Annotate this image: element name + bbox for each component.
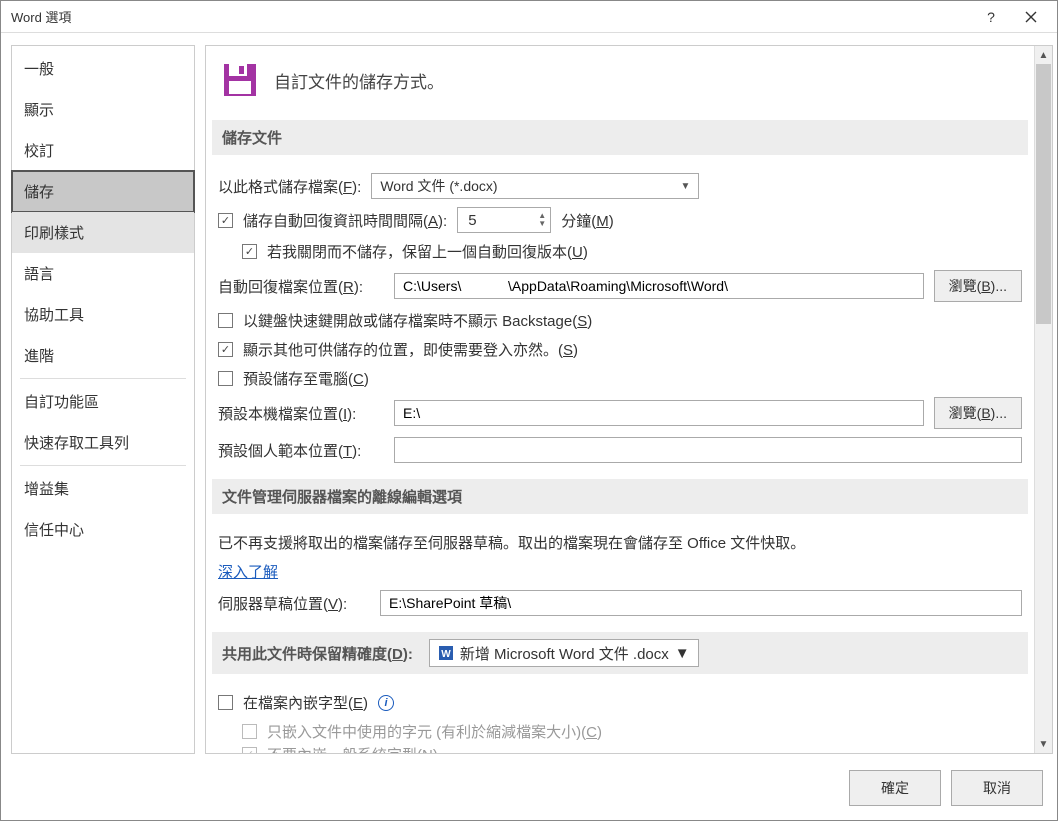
format-combo[interactable]: Word 文件 (*.docx)▼: [371, 173, 699, 199]
section-save-documents: 儲存文件: [212, 120, 1028, 155]
content-panel: 自訂文件的儲存方式。 儲存文件 以此格式儲存檔案(F): Word 文件 (*.…: [206, 46, 1034, 753]
keep-last-checkbox[interactable]: ✓: [242, 244, 257, 259]
sidebar-item-proofing[interactable]: 校訂: [12, 130, 194, 171]
default-loc-input[interactable]: [394, 400, 924, 426]
section-offline-editing: 文件管理伺服器檔案的離線編輯選項: [212, 479, 1028, 514]
page-title: 自訂文件的儲存方式。: [274, 68, 444, 93]
default-loc-label: 預設本機檔案位置(I):: [218, 403, 384, 424]
sidebar-item-trust-center[interactable]: 信任中心: [12, 509, 194, 550]
offline-note: 已不再支援將取出的檔案儲存至伺服器草稿。取出的檔案現在會儲存至 Office 文…: [218, 532, 805, 553]
close-icon: [1025, 11, 1037, 23]
sidebar-item-display[interactable]: 顯示: [12, 89, 194, 130]
sidebar-item-language[interactable]: 語言: [12, 253, 194, 294]
autorecover-label: 儲存自動回復資訊時間間隔(A):: [243, 210, 447, 231]
draft-loc-label: 伺服器草稿位置(V):: [218, 593, 370, 614]
sidebar-item-advanced[interactable]: 進階: [12, 335, 194, 376]
help-button[interactable]: ?: [971, 1, 1011, 33]
embed-used-chars-checkbox: [242, 724, 257, 739]
sidebar-item-general[interactable]: 一般: [12, 48, 194, 89]
window-title: Word 選項: [11, 7, 971, 26]
show-other-label: 顯示其他可供儲存的位置，即使需要登入亦然。(S): [243, 339, 578, 360]
template-loc-label: 預設個人範本位置(T):: [218, 440, 384, 461]
sidebar-item-save[interactable]: 儲存: [11, 170, 195, 213]
sidebar-item-quick-access[interactable]: 快速存取工具列: [12, 422, 194, 463]
fidelity-doc-combo[interactable]: W 新增 Microsoft Word 文件 .docx ▼: [429, 639, 699, 667]
embed-no-system-label: 不要內嵌一般系統字型(N): [267, 746, 438, 753]
no-backstage-label: 以鍵盤快速鍵開啟或儲存檔案時不顯示 Backstage(S): [243, 310, 592, 331]
draft-loc-input[interactable]: [380, 590, 1022, 616]
keep-last-label: 若我關閉而不儲存，保留上一個自動回復版本(U): [267, 241, 588, 262]
chevron-down-icon: ▼: [680, 181, 690, 192]
section-fidelity: 共用此文件時保留精確度(D): W 新增 Microsoft Word 文件 .…: [212, 632, 1028, 674]
sidebar-item-typography[interactable]: 印刷樣式: [12, 212, 194, 253]
scrollbar-thumb[interactable]: [1036, 64, 1051, 324]
autorecover-checkbox[interactable]: ✓: [218, 213, 233, 228]
embed-fonts-label: 在檔案內嵌字型(E): [243, 692, 368, 713]
word-doc-icon: W: [438, 645, 454, 661]
recover-loc-input[interactable]: [394, 273, 924, 299]
chevron-down-icon: ▼: [675, 645, 690, 662]
show-other-checkbox[interactable]: ✓: [218, 342, 233, 357]
svg-text:W: W: [441, 649, 451, 660]
scroll-up-icon[interactable]: ▲: [1035, 46, 1052, 64]
minutes-label: 分鐘(M): [561, 210, 614, 231]
embed-used-chars-label: 只嵌入文件中使用的字元 (有利於縮減檔案大小)(C): [267, 721, 602, 742]
embed-fonts-checkbox[interactable]: [218, 695, 233, 710]
sidebar-item-addins[interactable]: 增益集: [12, 468, 194, 509]
recover-browse-button[interactable]: 瀏覽(B)...: [934, 270, 1022, 302]
scroll-down-icon[interactable]: ▼: [1035, 735, 1052, 753]
format-label: 以此格式儲存檔案(F):: [218, 176, 361, 197]
close-button[interactable]: [1011, 1, 1051, 33]
learn-more-link[interactable]: 深入了解: [218, 561, 278, 582]
recover-loc-label: 自動回復檔案位置(R):: [218, 276, 384, 297]
template-loc-input[interactable]: [394, 437, 1022, 463]
autorecover-minutes-input[interactable]: 5 ▲▼: [457, 207, 551, 233]
sidebar-item-accessibility[interactable]: 協助工具: [12, 294, 194, 335]
default-loc-browse-button[interactable]: 瀏覽(B)...: [934, 397, 1022, 429]
sidebar-item-customize-ribbon[interactable]: 自訂功能區: [12, 381, 194, 422]
no-backstage-checkbox[interactable]: [218, 313, 233, 328]
default-pc-label: 預設儲存至電腦(C): [243, 368, 369, 389]
default-pc-checkbox[interactable]: [218, 371, 233, 386]
info-icon[interactable]: i: [378, 695, 394, 711]
category-sidebar: 一般 顯示 校訂 儲存 印刷樣式 語言 協助工具 進階 自訂功能區 快速存取工具…: [11, 45, 195, 754]
embed-no-system-checkbox: ✓: [242, 747, 257, 754]
save-page-icon: [220, 60, 260, 100]
cancel-button[interactable]: 取消: [951, 770, 1043, 806]
vertical-scrollbar[interactable]: ▲ ▼: [1034, 46, 1052, 753]
ok-button[interactable]: 確定: [849, 770, 941, 806]
